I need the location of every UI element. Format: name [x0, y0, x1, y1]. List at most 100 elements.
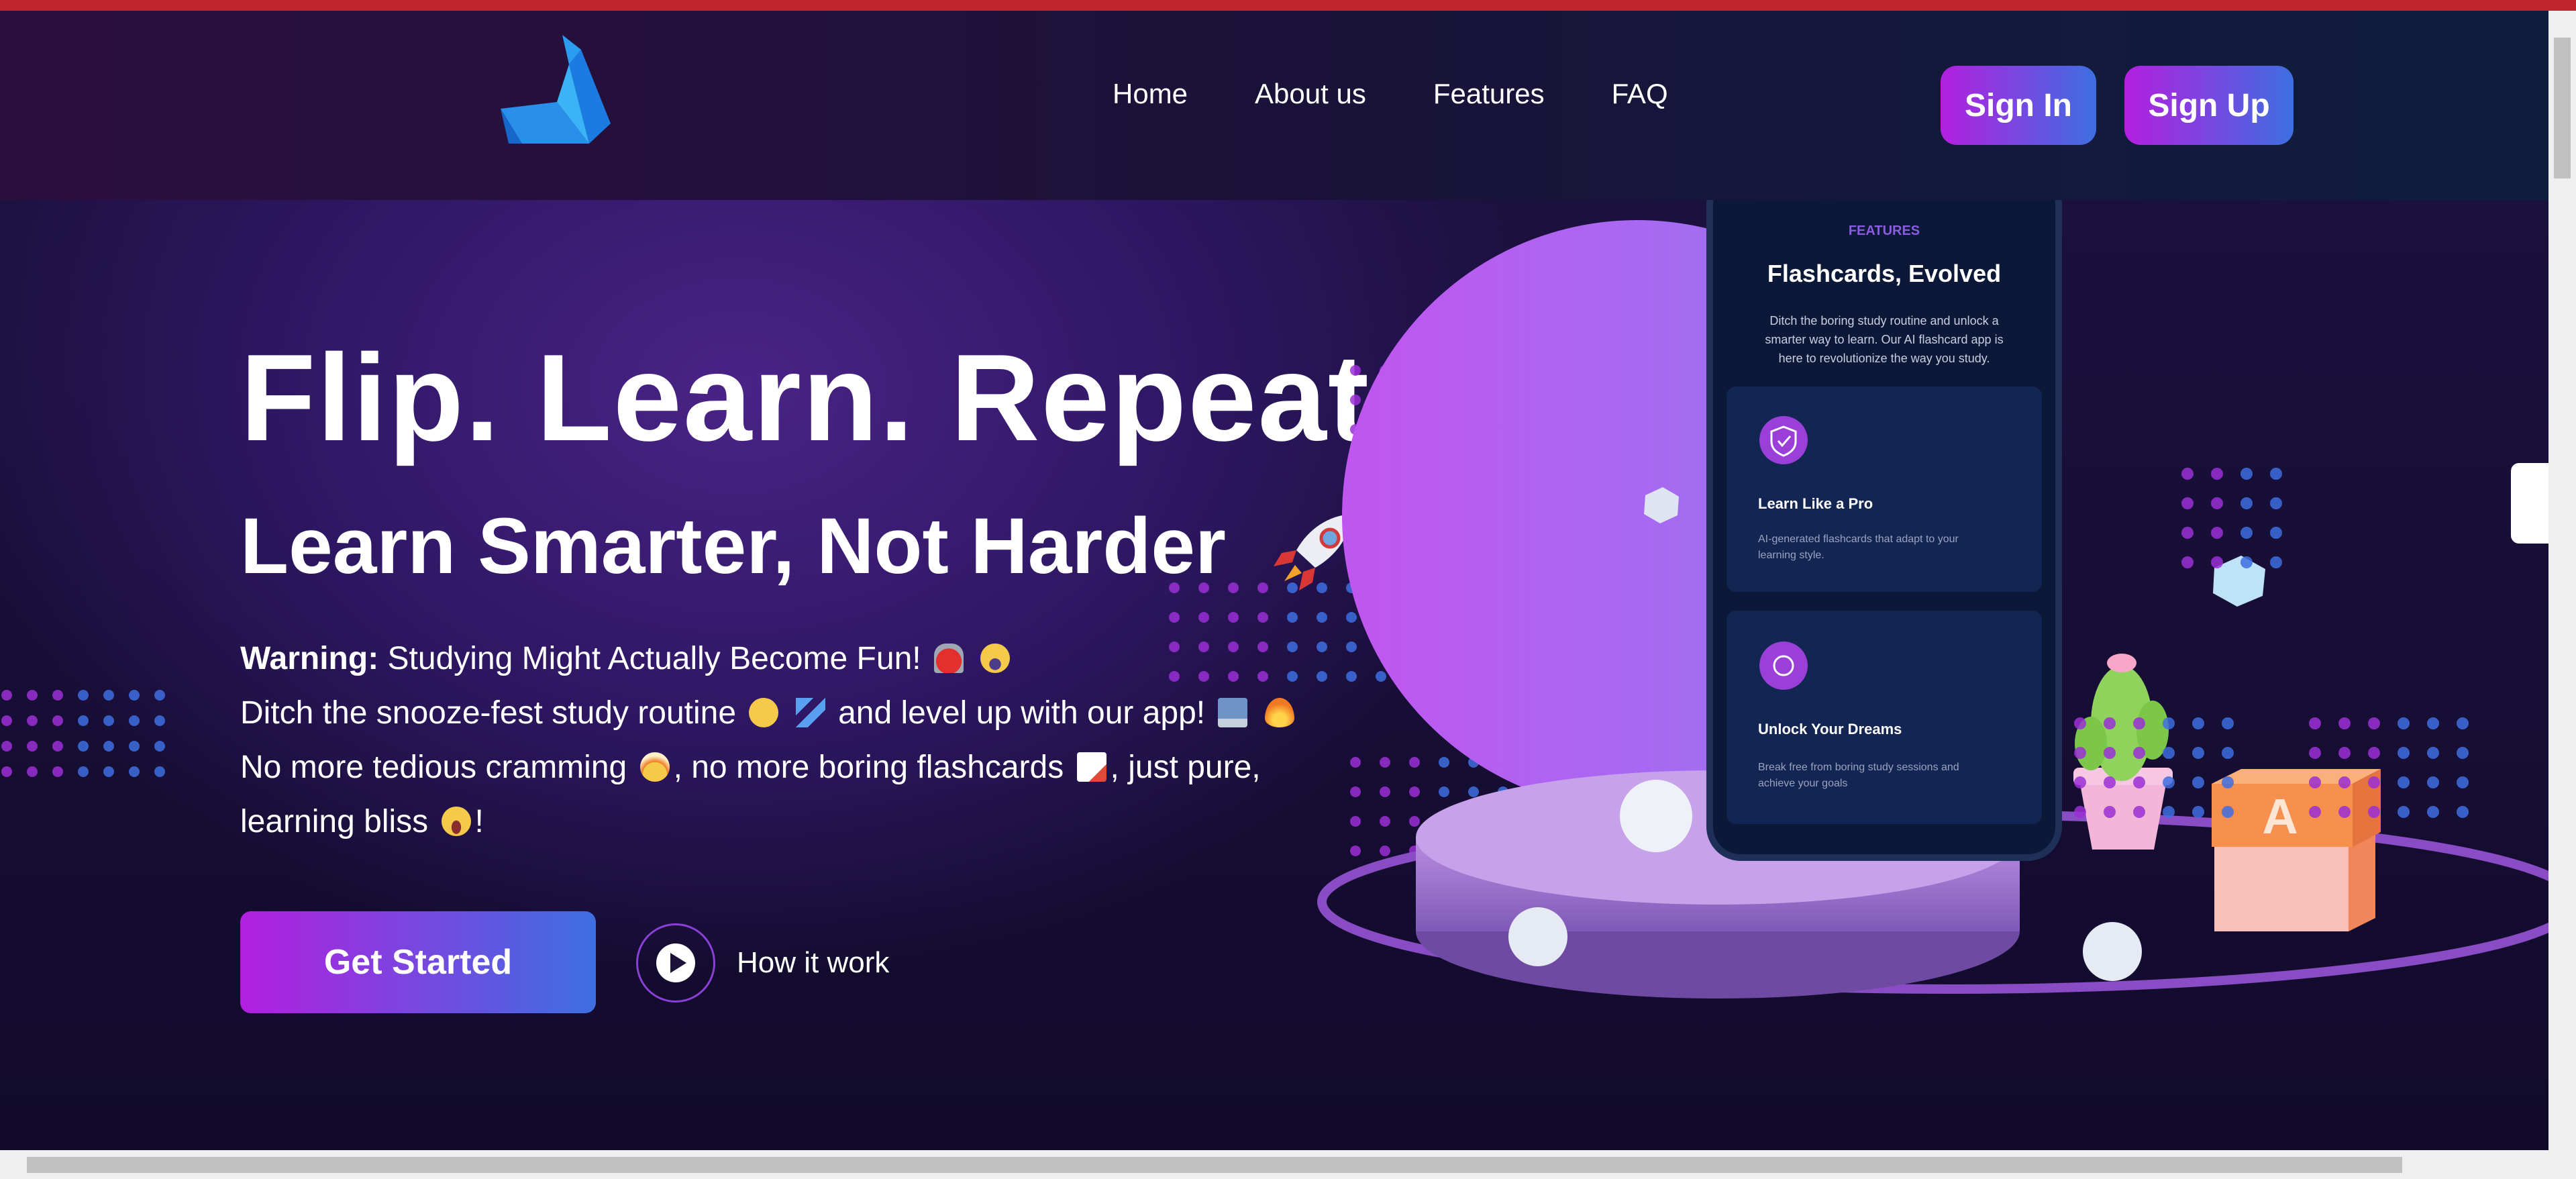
decor-dot [129, 766, 140, 777]
decor-dot [2240, 556, 2253, 568]
logo-bird-icon[interactable] [495, 23, 616, 150]
decor-dot [1, 690, 12, 701]
decor-dot [2163, 747, 2175, 759]
decor-dot [1, 715, 12, 726]
decor-dot [2181, 527, 2194, 539]
decor-dot [154, 715, 165, 726]
nav-faq-link[interactable]: FAQ [1612, 78, 1668, 110]
hero-line-3: No more tedious cramming , no more borin… [240, 740, 1354, 794]
decor-dot [2074, 747, 2086, 759]
decor-dot [2222, 806, 2234, 818]
decor-dot [27, 766, 38, 777]
decor-dot [2270, 468, 2282, 480]
decor-dot [2104, 806, 2116, 818]
phone-desc-1: Ditch the boring study routine and unloc… [1769, 314, 1999, 327]
horizontal-scroll-thumb[interactable] [27, 1157, 2402, 1173]
decor-dot [1, 766, 12, 777]
decor-dot [2398, 806, 2410, 818]
decor-dot [2074, 806, 2086, 818]
decor-dot [129, 741, 140, 752]
decor-dot [2163, 806, 2175, 818]
decor-dot [2457, 717, 2469, 729]
decor-dot [2368, 717, 2380, 729]
decor-dot [52, 766, 63, 777]
nav-features-link[interactable]: Features [1433, 78, 1545, 110]
decor-dot [1169, 642, 1180, 652]
decor-dot [2427, 717, 2439, 729]
how-it-works-control[interactable]: How it work [636, 923, 889, 1003]
decor-dot [154, 741, 165, 752]
card2-text-1: Break free from boring study sessions an… [1758, 762, 1959, 773]
decor-dot [2133, 717, 2145, 729]
decor-dot [2181, 497, 2194, 509]
sign-in-button[interactable]: Sign In [1941, 66, 2096, 145]
hero-line-2b: and level up with our app! [838, 695, 1206, 731]
get-started-button[interactable]: Get Started [240, 911, 596, 1013]
sign-up-button[interactable]: Sign Up [2124, 66, 2294, 145]
horizontal-scrollbar[interactable] [0, 1150, 2576, 1179]
decor-dot [2309, 717, 2321, 729]
decor-dot [1169, 612, 1180, 623]
scream-face-icon [980, 644, 1011, 673]
decor-dot [2427, 806, 2439, 818]
card1-text-2: learning style. [1758, 550, 1824, 561]
side-panel-tab[interactable] [2511, 463, 2548, 544]
decor-dot [2211, 497, 2223, 509]
play-button[interactable] [636, 923, 715, 1003]
siren-icon [933, 644, 964, 673]
decor-dot [154, 690, 165, 701]
decor-dot [2104, 776, 2116, 788]
decor-dot [2074, 717, 2086, 729]
decor-dot [2133, 806, 2145, 818]
nav-links: Home About us Features FAQ [1113, 78, 1668, 110]
cactus-decoration [2073, 654, 2173, 850]
hero-illustration: FEATURES Flashcards, Evolved Ditch the b… [1317, 200, 2548, 998]
phone-desc-2: smarter way to learn. Our AI flashcard a… [1765, 333, 2003, 346]
hero-line-2a: Ditch the snooze-fest study routine [240, 695, 737, 731]
decor-dot [2211, 527, 2223, 539]
decor-dot [2192, 717, 2204, 729]
dot-grid-left [1, 690, 165, 777]
decor-dot [2211, 556, 2223, 568]
decor-dot [2192, 806, 2204, 818]
nav-home-link[interactable]: Home [1113, 78, 1188, 110]
decor-dot [2222, 717, 2234, 729]
landing-page: Home About us Features FAQ Sign In Sign … [0, 11, 2548, 1150]
decor-dot [27, 690, 38, 701]
card1-text-1: AI-generated flashcards that adapt to yo… [1758, 533, 1959, 545]
decor-dot [2163, 717, 2175, 729]
decor-dot [2133, 747, 2145, 759]
decor-dot [2309, 806, 2321, 818]
decor-dot [1, 741, 12, 752]
decor-dot [2457, 806, 2469, 818]
decor-dot [2074, 776, 2086, 788]
decor-dot [2398, 717, 2410, 729]
decor-dot [2338, 806, 2351, 818]
nav-about-link[interactable]: About us [1255, 78, 1366, 110]
decor-dot [2133, 776, 2145, 788]
decor-dot [2240, 497, 2253, 509]
decor-dot [2181, 468, 2194, 480]
how-it-works-label[interactable]: How it work [737, 946, 889, 980]
hero-title: Flip. Learn. Repeat [240, 328, 1371, 466]
sleeping-face-icon [749, 698, 779, 727]
vertical-scrollbar[interactable] [2548, 11, 2576, 1150]
decor-dot [2457, 747, 2469, 759]
decor-dot [2338, 776, 2351, 788]
decor-dot [2427, 776, 2439, 788]
decor-dot [78, 766, 89, 777]
decor-dot [129, 690, 140, 701]
vertical-scroll-thumb[interactable] [2554, 38, 2571, 178]
phone-desc-3: here to revolutionize the way you study. [1779, 352, 1990, 365]
decor-dot [27, 741, 38, 752]
decor-dot [1169, 671, 1180, 682]
decor-dot [2222, 776, 2234, 788]
decor-dot [2457, 776, 2469, 788]
card2-text-2: achieve your goals [1758, 778, 1847, 789]
block-letter: A [2262, 788, 2298, 844]
decor-dot [2309, 747, 2321, 759]
decor-dot [2309, 776, 2321, 788]
decor-dot [2398, 776, 2410, 788]
hero-line-3a: No more tedious cramming [240, 750, 627, 785]
decor-dot [2163, 776, 2175, 788]
